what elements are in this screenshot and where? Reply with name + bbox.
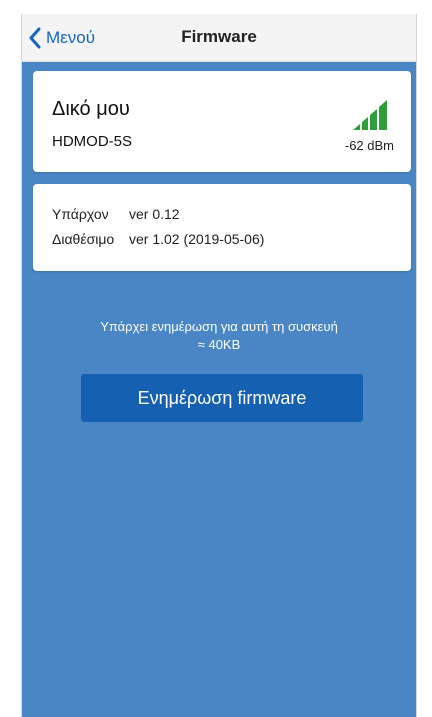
- available-version-row: Διαθέσιμο ver 1.02 (2019-05-06): [52, 231, 264, 247]
- device-name: Δικό μου: [52, 98, 130, 120]
- available-version-value: ver 1.02 (2019-05-06): [129, 231, 265, 247]
- available-version-label: Διαθέσιμο: [52, 231, 115, 247]
- signal-strength-value: -62 dBm: [344, 138, 394, 153]
- current-version-label: Υπάρχον: [52, 206, 109, 222]
- current-version-value: ver 0.12: [129, 206, 180, 222]
- phone-frame: Μενού Firmware Δικό μου HDMOD-5S -62 dBm…: [0, 0, 432, 717]
- navigation-bar: Μενού Firmware: [22, 14, 416, 62]
- version-card: Υπάρχον ver 0.12 Διαθέσιμο ver 1.02 (201…: [33, 184, 411, 271]
- update-firmware-button[interactable]: Ενημέρωση firmware: [81, 374, 363, 422]
- device-card[interactable]: Δικό μου HDMOD-5S -62 dBm: [33, 71, 411, 172]
- current-version-row: Υπάρχον ver 0.12: [52, 206, 180, 222]
- signal-strength-icon: [353, 100, 387, 130]
- firmware-screen: Μενού Firmware Δικό μου HDMOD-5S -62 dBm…: [21, 14, 417, 717]
- main-content: Δικό μου HDMOD-5S -62 dBm Υπάρχον ver 0.…: [22, 62, 416, 717]
- page-title: Firmware: [181, 27, 257, 46]
- update-available-message: Υπάρχει ενημέρωση για αυτή τη συσκευή ≈ …: [22, 318, 416, 354]
- update-size: ≈ 40KB: [197, 337, 241, 352]
- update-message-text: Υπάρχει ενημέρωση για αυτή τη συσκευή: [100, 319, 338, 334]
- device-model: HDMOD-5S: [52, 133, 133, 150]
